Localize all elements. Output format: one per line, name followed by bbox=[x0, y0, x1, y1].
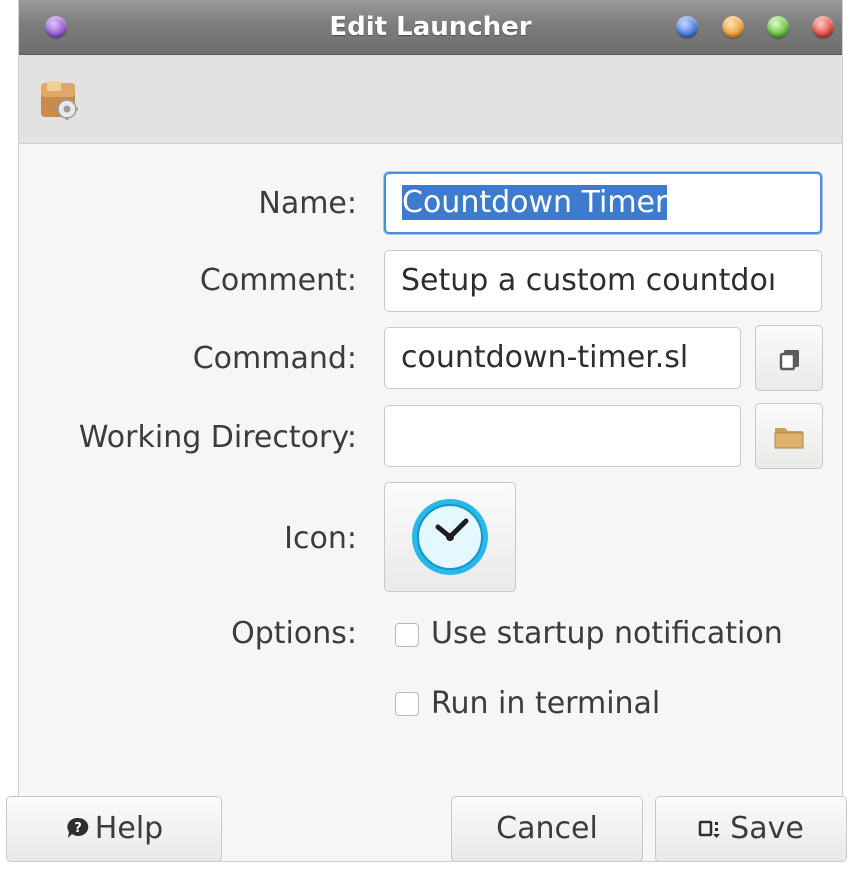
svg-text:?: ? bbox=[74, 821, 82, 836]
edit-launcher-dialog: Edit Launcher Name: Countdown Timer Comm… bbox=[6, 0, 847, 862]
command-label: Command: bbox=[192, 341, 357, 376]
help-icon: ? bbox=[65, 798, 91, 862]
working-directory-field[interactable] bbox=[384, 405, 741, 467]
icon-select-button[interactable] bbox=[384, 482, 516, 592]
comment-field[interactable]: Setup a custom countdoı bbox=[384, 250, 822, 312]
run-in-terminal-checkbox[interactable] bbox=[395, 692, 419, 716]
minimize-button[interactable] bbox=[722, 16, 744, 38]
clock-icon bbox=[412, 499, 488, 575]
help-button-label: Help bbox=[94, 811, 164, 846]
help-button[interactable]: ? Help bbox=[6, 796, 222, 862]
save-icon bbox=[698, 798, 726, 862]
name-label: Name: bbox=[258, 186, 357, 221]
close-button[interactable] bbox=[812, 16, 834, 38]
folder-icon bbox=[774, 428, 804, 449]
command-browse-button[interactable] bbox=[755, 325, 823, 391]
window-title: Edit Launcher bbox=[329, 12, 532, 42]
launcher-app-icon bbox=[41, 81, 78, 120]
dialog-header bbox=[19, 55, 842, 144]
save-button[interactable]: Save bbox=[655, 796, 847, 862]
name-field[interactable]: Countdown Timer bbox=[384, 172, 822, 234]
name-field-value: Countdown Timer bbox=[402, 185, 668, 220]
command-field[interactable]: countdown-timer.sl bbox=[384, 327, 741, 389]
working-directory-label: Working Directory: bbox=[78, 420, 357, 455]
startup-notification-checkbox[interactable] bbox=[395, 623, 419, 647]
run-in-terminal-label[interactable]: Run in terminal bbox=[431, 686, 660, 722]
browse-file-icon bbox=[779, 350, 799, 371]
working-directory-browse-button[interactable] bbox=[755, 403, 823, 469]
options-label: Options: bbox=[231, 616, 357, 651]
title-bar[interactable]: Edit Launcher bbox=[19, 0, 842, 55]
maximize-button[interactable] bbox=[767, 16, 789, 38]
comment-label: Comment: bbox=[199, 263, 357, 298]
save-button-label: Save bbox=[730, 811, 804, 846]
icon-label: Icon: bbox=[284, 521, 357, 556]
startup-notification-label[interactable]: Use startup notification bbox=[431, 616, 783, 652]
cancel-button[interactable]: Cancel bbox=[451, 796, 643, 862]
shade-button[interactable] bbox=[676, 16, 698, 38]
